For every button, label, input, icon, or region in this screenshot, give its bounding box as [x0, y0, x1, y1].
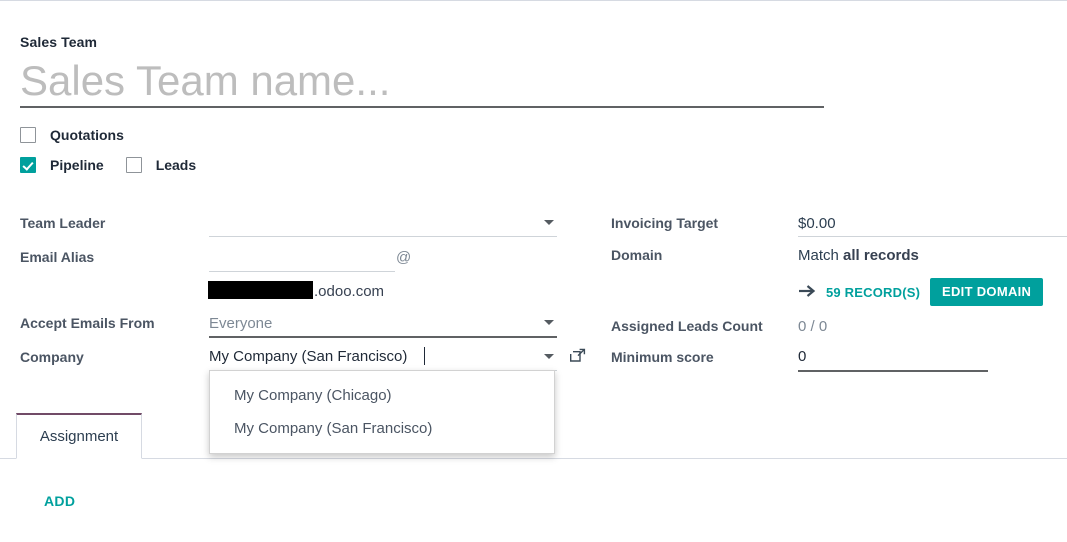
value-assigned-leads-count: 0 / 0 — [798, 318, 828, 335]
label-invoicing-target: Invoicing Target — [611, 215, 719, 231]
label-minimum-score: Minimum score — [611, 349, 714, 365]
label-team-leader: Team Leader — [20, 215, 106, 231]
value-minimum-score[interactable]: 0 — [798, 348, 806, 365]
label-domain: Domain — [611, 247, 663, 263]
sales-team-name-input[interactable]: Sales Team name... — [20, 56, 824, 108]
sales-team-name-placeholder: Sales Team name... — [20, 57, 391, 104]
email-alias-at-symbol: @ — [396, 249, 412, 266]
label-company: Company — [20, 349, 84, 365]
records-count-link[interactable]: 59 RECORD(S) — [826, 285, 920, 300]
option-row-quotations: Quotations — [20, 127, 124, 143]
checkbox-pipeline[interactable] — [20, 157, 36, 173]
company-autocomplete-dropdown[interactable]: My Company (Chicago) My Company (San Fra… — [209, 370, 555, 454]
checkbox-leads[interactable] — [125, 157, 142, 173]
sales-team-form: Sales Team Sales Team name... Quotations… — [0, 0, 1067, 542]
underline-team-leader — [209, 236, 557, 237]
chevron-down-icon-team-leader[interactable] — [544, 220, 554, 225]
checkbox-label-quotations: Quotations — [50, 127, 124, 143]
chevron-down-icon-accept-emails-from[interactable] — [544, 320, 554, 325]
redacted-alias-domain — [208, 281, 313, 299]
dropdown-item-company-san-francisco[interactable]: My Company (San Francisco) — [210, 412, 554, 445]
checkbox-label-pipeline: Pipeline — [50, 157, 104, 173]
label-accept-emails-from: Accept Emails From — [20, 315, 155, 331]
underline-accept-emails-from — [209, 336, 557, 338]
dropdown-item-company-chicago[interactable]: My Company (Chicago) — [210, 379, 554, 412]
label-email-alias: Email Alias — [20, 249, 95, 265]
label-assigned-leads-count: Assigned Leads Count — [611, 318, 763, 334]
checkbox-quotations[interactable] — [20, 127, 36, 143]
tab-assignment-label: Assignment — [39, 428, 119, 445]
value-accept-emails-from[interactable]: Everyone — [209, 315, 272, 332]
domain-match-strong: all records — [843, 247, 919, 264]
underline-minimum-score — [798, 370, 988, 372]
value-company[interactable]: My Company (San Francisco) — [209, 348, 407, 365]
checkbox-label-leads: Leads — [155, 157, 197, 173]
arrow-right-icon — [798, 283, 816, 299]
edit-domain-button[interactable]: EDIT DOMAIN — [930, 278, 1044, 306]
text-cursor — [424, 347, 425, 365]
underline-invoicing-target — [798, 236, 1067, 237]
chevron-down-icon-company[interactable] — [544, 354, 554, 359]
external-link-icon-company[interactable] — [569, 348, 586, 365]
option-row-pipeline-leads: Pipeline Leads — [20, 157, 196, 173]
underline-email-alias — [209, 271, 395, 272]
tab-assignment[interactable]: Assignment — [16, 413, 142, 459]
value-invoicing-target[interactable]: $0.00 — [798, 215, 836, 232]
page-title: Sales Team — [20, 34, 98, 50]
domain-match-prefix: Match — [798, 247, 844, 264]
value-domain-match: Match all records — [798, 247, 919, 264]
add-line-button[interactable]: ADD — [44, 493, 75, 509]
email-alias-domain-suffix: .odoo.com — [314, 283, 385, 300]
